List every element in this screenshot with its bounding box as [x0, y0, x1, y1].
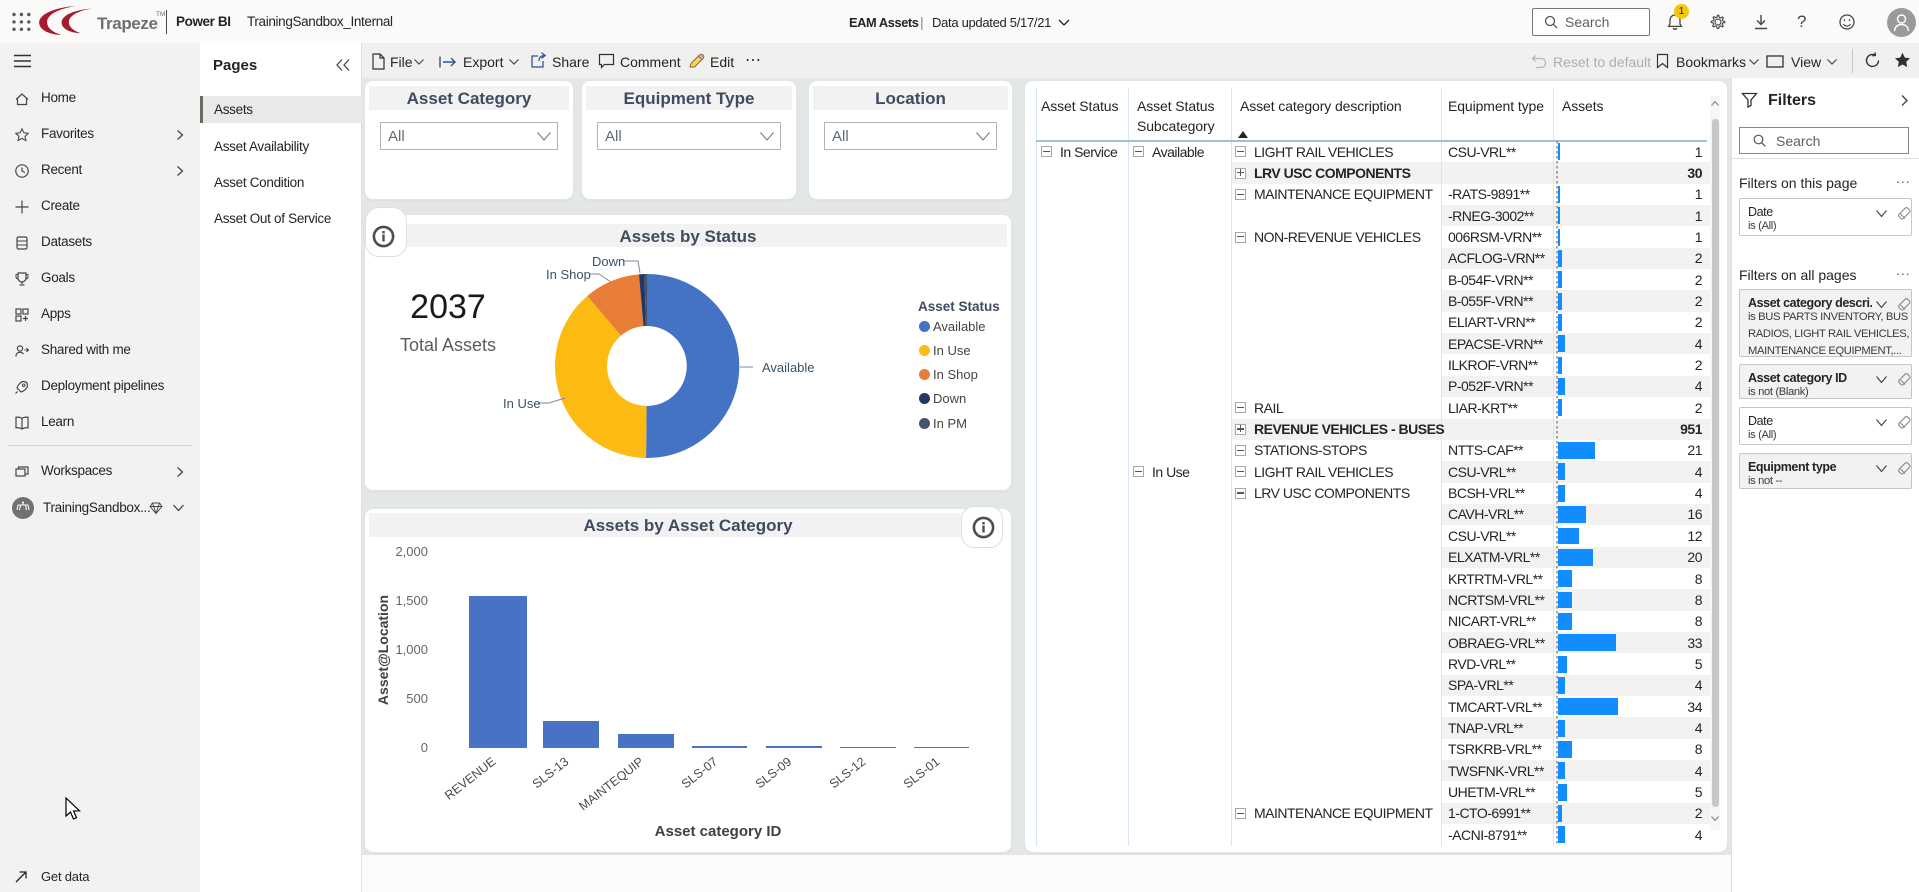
svg-text:Trapeze: Trapeze: [97, 14, 158, 33]
svg-text:TM: TM: [156, 11, 165, 18]
